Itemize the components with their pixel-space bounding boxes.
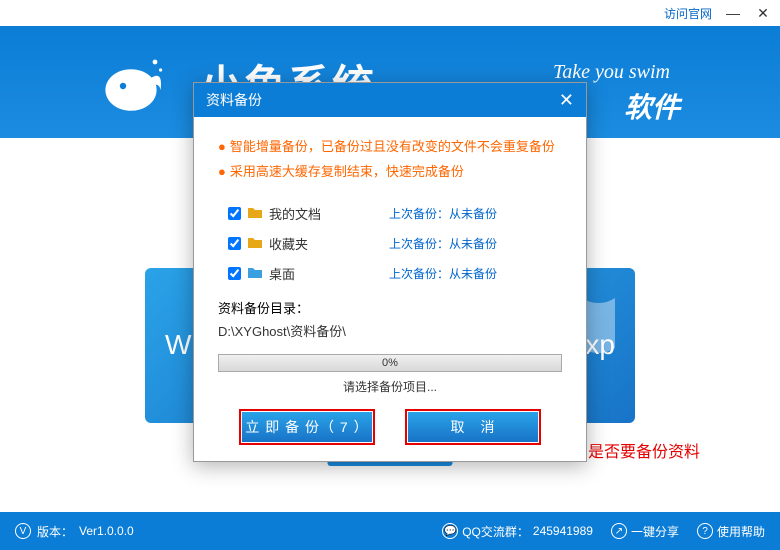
last-backup-text: 上次备份：从未备份 — [389, 265, 497, 282]
dialog-header: 资料备份 ✕ — [194, 83, 586, 117]
share-icon: ↗ — [611, 523, 627, 539]
qq-group-label: QQ交流群： — [462, 523, 529, 540]
help-link[interactable]: ? 使用帮助 — [697, 523, 765, 540]
help-icon: ? — [697, 523, 713, 539]
folder-icon — [247, 235, 263, 251]
cancel-button[interactable]: 取 消 — [408, 412, 538, 442]
close-button[interactable]: ✕ — [754, 4, 772, 22]
fish-logo-icon — [95, 46, 175, 126]
backup-item-checkbox[interactable] — [228, 207, 241, 220]
backup-item-row: 收藏夹 上次备份：从未备份 — [228, 228, 562, 258]
version-value: Ver1.0.0.0 — [79, 524, 134, 538]
highlight-box: 取 消 — [405, 409, 541, 445]
backup-item-row: 我的文档 上次备份：从未备份 — [228, 198, 562, 228]
backup-item-checkbox[interactable] — [228, 237, 241, 250]
backup-item-label: 桌面 — [269, 264, 349, 283]
last-backup-text: 上次备份：从未备份 — [389, 205, 497, 222]
backup-dir-label: 资料备份目录： — [218, 298, 562, 317]
version-label: 版本： — [37, 523, 73, 540]
tip-text: 智能增量备份，已备份过且没有改变的文件不会重复备份 — [230, 139, 555, 154]
version-icon: V — [15, 523, 31, 539]
folder-icon — [247, 205, 263, 221]
brand-suffix: 软件 — [624, 86, 680, 126]
help-label: 使用帮助 — [717, 523, 765, 540]
backup-item-row: 桌面 上次备份：从未备份 — [228, 258, 562, 288]
tip-text: 采用高速大缓存复制结束，快速完成备份 — [230, 164, 464, 179]
backup-item-label: 我的文档 — [269, 204, 349, 223]
progress-bar: 0% — [218, 354, 562, 372]
progress-percent: 0% — [382, 357, 398, 369]
chat-icon: 💬 — [442, 523, 458, 539]
backup-now-button[interactable]: 立 即 备 份（ 7 ） — [242, 412, 372, 442]
backup-dialog: 资料备份 ✕ ●智能增量备份，已备份过且没有改变的文件不会重复备份 ●采用高速大… — [193, 82, 587, 462]
progress-hint: 请选择备份项目... — [218, 378, 562, 395]
minimize-button[interactable]: — — [724, 4, 742, 22]
share-label: 一键分享 — [631, 523, 679, 540]
highlight-box: 立 即 备 份（ 7 ） — [239, 409, 375, 445]
titlebar: 访问官网 — ✕ — [0, 0, 780, 26]
backup-item-label: 收藏夹 — [269, 234, 349, 253]
annotation-text: 您是否要备份资料 — [572, 438, 700, 462]
qq-group-link[interactable]: 💬 QQ交流群： 245941989 — [442, 523, 593, 540]
qq-group-value: 245941989 — [533, 524, 593, 538]
dialog-title: 资料备份 — [206, 90, 262, 110]
status-bar: V 版本： Ver1.0.0.0 💬 QQ交流群： 245941989 ↗ 一键… — [0, 512, 780, 550]
official-site-link[interactable]: 访问官网 — [664, 5, 712, 22]
backup-item-checkbox[interactable] — [228, 267, 241, 280]
folder-icon — [247, 265, 263, 281]
backup-dir-path: D:\XYGhost\资料备份\ — [218, 321, 562, 340]
dialog-close-button[interactable]: ✕ — [559, 90, 574, 111]
dialog-tips: ●智能增量备份，已备份过且没有改变的文件不会重复备份 ●采用高速大缓存复制结束，… — [218, 135, 562, 184]
backup-item-list: 我的文档上次备份：从未备份收藏夹上次备份：从未备份桌面上次备份：从未备份 — [228, 198, 562, 288]
share-link[interactable]: ↗ 一键分享 — [611, 523, 679, 540]
last-backup-text: 上次备份：从未备份 — [389, 235, 497, 252]
tagline: Take you swim — [553, 61, 670, 84]
